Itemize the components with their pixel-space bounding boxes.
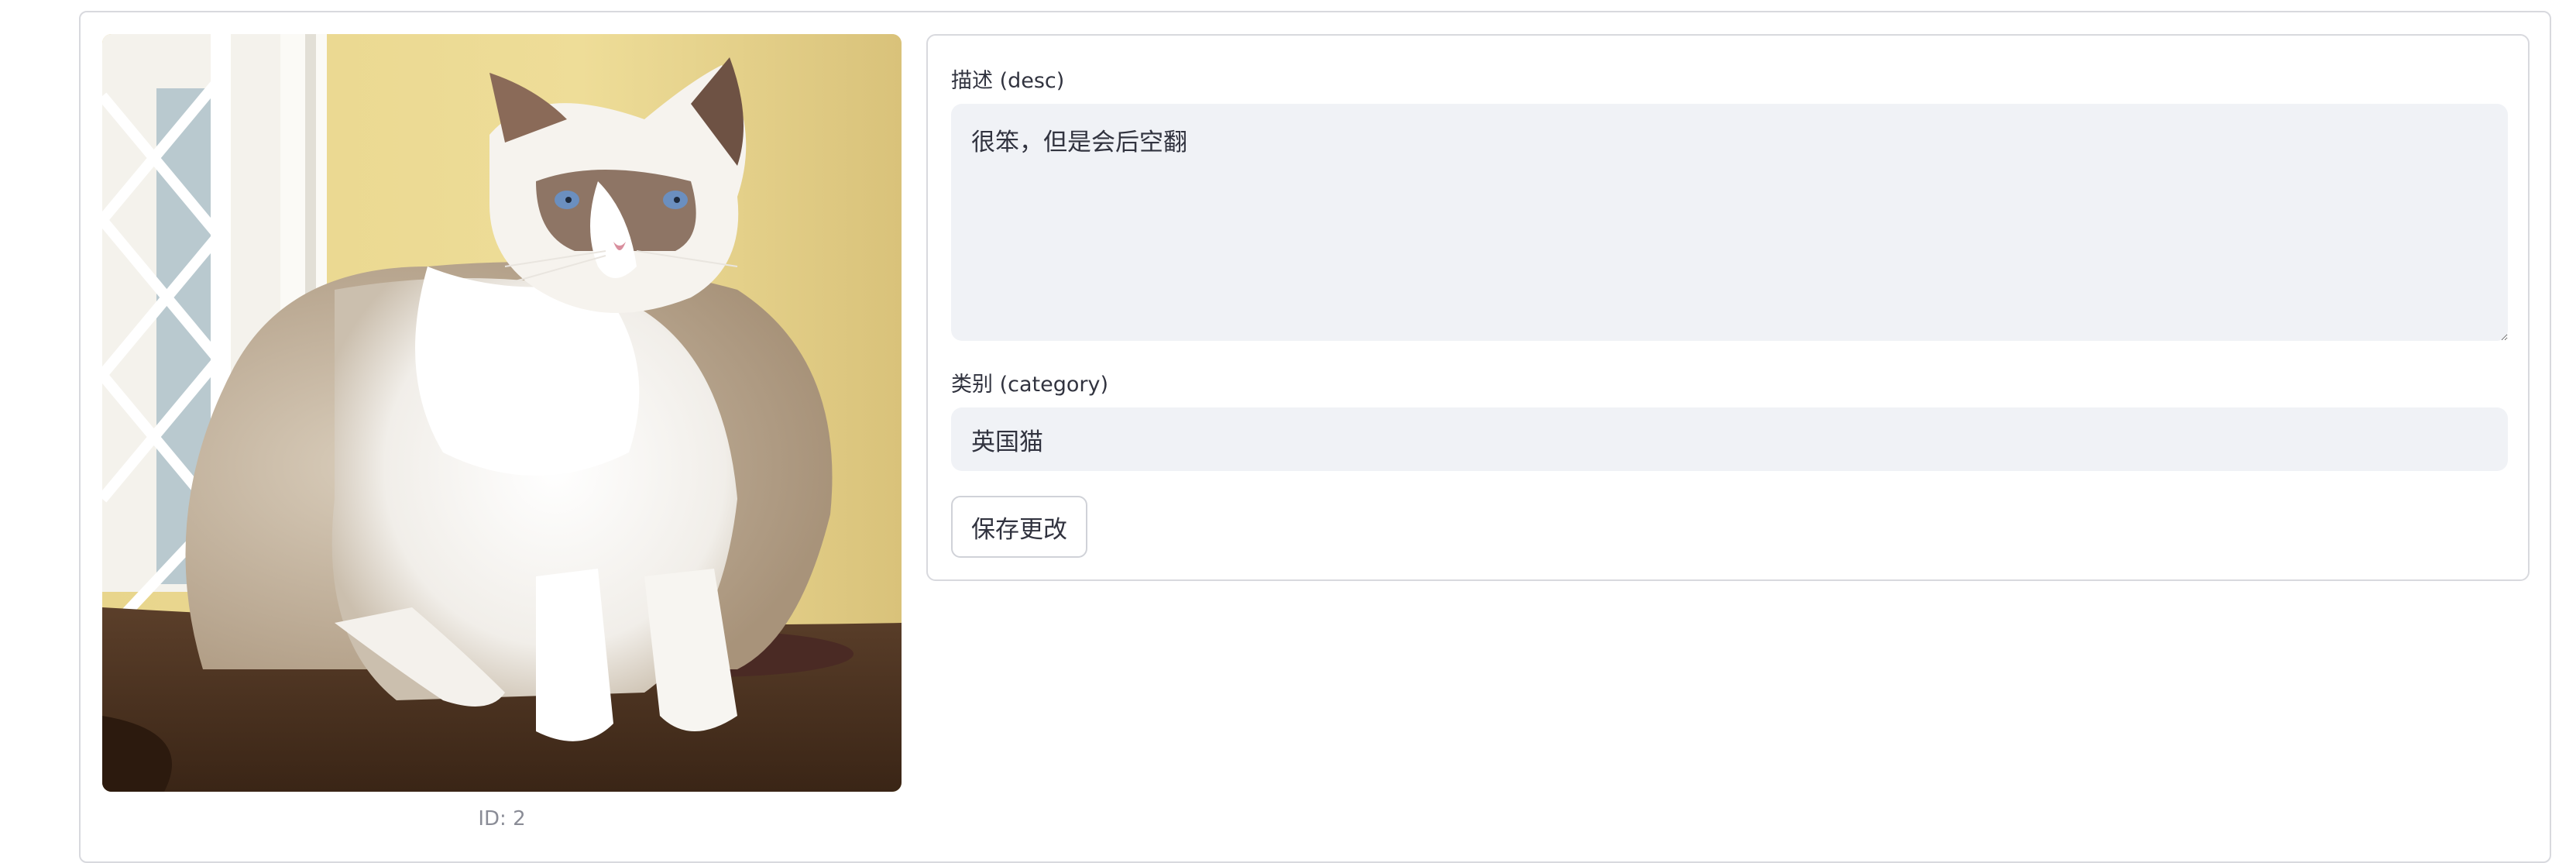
save-button[interactable]: 保存更改	[951, 496, 1087, 558]
cat-photo	[102, 34, 902, 792]
category-input[interactable]	[951, 407, 2508, 471]
category-label: 类别 (category)	[951, 373, 1108, 397]
desc-label: 描述 (desc)	[951, 69, 1065, 93]
desc-textarea[interactable]: 很笨，但是会后空翻	[951, 104, 2508, 341]
image-caption: ID: 2	[478, 807, 526, 830]
image-column: ID: 2	[102, 34, 902, 830]
edit-form: 描述 (desc) 很笨，但是会后空翻 类别 (category) 保存更改	[926, 34, 2530, 581]
cat-photo-illustration	[102, 34, 902, 792]
